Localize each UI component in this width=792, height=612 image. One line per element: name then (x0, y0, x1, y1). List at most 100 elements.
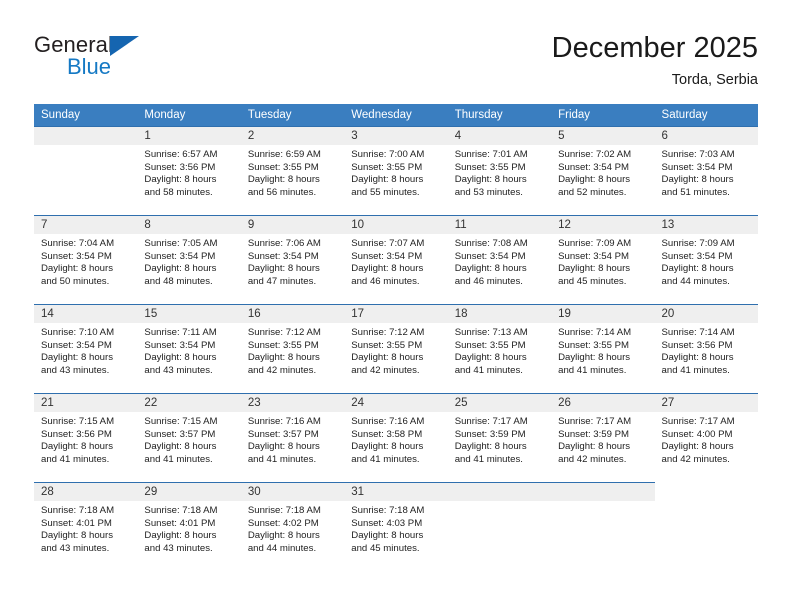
daylight-text: Daylight: 8 hours (454, 263, 527, 275)
calendar-week-row: 21 Sunrise: 7:15 AM Sunset: 3:56 PM Dayligh… (34, 393, 758, 483)
daylight-text-cont: and 41 minutes. (41, 453, 110, 465)
daylight-text: Daylight: 8 hours (351, 352, 424, 364)
calendar-day-cell[interactable]: 14 Sunrise: 7:10 AM Sunset: 3:54 PM Dayligh… (34, 304, 138, 394)
daylight-text-cont: and 46 minutes. (454, 275, 523, 287)
sunset-text: Sunset: 3:54 PM (661, 161, 733, 173)
day-details: Sunrise: 7:17 AM Sunset: 3:59 PM Daylight:… (448, 412, 551, 466)
sunset-text: Sunset: 3:55 PM (558, 339, 630, 351)
sunrise-text: Sunrise: 7:14 AM (661, 327, 735, 338)
calendar-day-cell[interactable]: 3 Sunrise: 7:00 AM Sunset: 3:55 PM Daylight… (344, 126, 448, 216)
calendar-day-cell[interactable]: 7 Sunrise: 7:04 AM Sunset: 3:54 PM Daylight… (34, 215, 138, 305)
day-details (448, 501, 551, 505)
sunset-text: Sunset: 3:54 PM (558, 161, 630, 173)
sunset-text: Sunset: 4:03 PM (351, 517, 423, 529)
calendar-day-cell[interactable]: 18 Sunrise: 7:13 AM Sunset: 3:55 PM Dayligh… (447, 304, 552, 394)
weekday-header-wednesday: Wednesday (344, 104, 448, 127)
sunrise-text: Sunrise: 7:15 AM (41, 416, 115, 427)
calendar-day-cell[interactable]: 13 Sunrise: 7:09 AM Sunset: 3:54 PM Dayligh… (654, 215, 758, 305)
calendar-day-cell[interactable]: 10 Sunrise: 7:07 AM Sunset: 3:54 PM Dayligh… (344, 215, 448, 305)
calendar-day-cell[interactable]: 24 Sunrise: 7:16 AM Sunset: 3:58 PM Dayligh… (344, 393, 448, 483)
day-number: 26 (551, 394, 655, 412)
calendar-day-cell[interactable]: 27 Sunrise: 7:17 AM Sunset: 4:00 PM Dayligh… (654, 393, 758, 483)
day-number: 13 (654, 216, 758, 234)
calendar-day-cell[interactable]: 26 Sunrise: 7:17 AM Sunset: 3:59 PM Dayligh… (551, 393, 655, 483)
daylight-text: Daylight: 8 hours (144, 263, 217, 275)
calendar-day-cell[interactable]: 25 Sunrise: 7:17 AM Sunset: 3:59 PM Dayligh… (447, 393, 552, 483)
day-number: 31 (344, 483, 448, 501)
calendar-day-cell-empty (654, 482, 758, 572)
calendar-day-cell[interactable]: 15 Sunrise: 7:11 AM Sunset: 3:54 PM Dayligh… (137, 304, 241, 394)
sunset-text: Sunset: 3:55 PM (454, 161, 526, 173)
day-number: 25 (447, 394, 552, 412)
logo-triangle-icon (110, 36, 139, 56)
calendar-day-cell[interactable]: 16 Sunrise: 7:12 AM Sunset: 3:55 PM Dayligh… (240, 304, 345, 394)
daylight-text: Daylight: 8 hours (351, 441, 424, 453)
calendar-day-cell[interactable]: 30 Sunrise: 7:18 AM Sunset: 4:02 PM Dayligh… (240, 482, 345, 572)
daylight-text-cont: and 52 minutes. (558, 186, 627, 198)
sunset-text: Sunset: 3:58 PM (351, 428, 423, 440)
day-details (34, 145, 137, 149)
daylight-text-cont: and 41 minutes. (558, 364, 627, 376)
calendar-day-cell[interactable]: 23 Sunrise: 7:16 AM Sunset: 3:57 PM Dayligh… (240, 393, 345, 483)
sunset-text: Sunset: 3:54 PM (144, 339, 216, 351)
daylight-text: Daylight: 8 hours (661, 174, 734, 186)
calendar-day-cell[interactable]: 31 Sunrise: 7:18 AM Sunset: 4:03 PM Dayligh… (344, 482, 448, 572)
daylight-text: Daylight: 8 hours (247, 352, 320, 364)
title-block: December 2025 Torda, Serbia (552, 30, 758, 90)
calendar-header-row: Sunday Monday Tuesday Wednesday Thursday Frid… (34, 104, 758, 127)
day-number: 18 (447, 305, 552, 323)
daylight-text-cont: and 43 minutes. (144, 542, 213, 554)
calendar-day-cell[interactable]: 2 Sunrise: 6:59 AM Sunset: 3:55 PM Daylight… (240, 126, 345, 216)
day-number: 27 (654, 394, 758, 412)
sunset-text: Sunset: 3:55 PM (247, 161, 319, 173)
calendar-day-cell[interactable]: 1 Sunrise: 6:57 AM Sunset: 3:56 PM Daylight… (137, 126, 241, 216)
calendar-day-cell[interactable]: 21 Sunrise: 7:15 AM Sunset: 3:56 PM Dayligh… (34, 393, 138, 483)
sunrise-text: Sunrise: 7:17 AM (661, 416, 735, 427)
sunrise-text: Sunrise: 7:18 AM (41, 505, 115, 516)
day-number: 4 (447, 127, 552, 145)
calendar-day-cell[interactable]: 8 Sunrise: 7:05 AM Sunset: 3:54 PM Daylight… (137, 215, 241, 305)
daylight-text: Daylight: 8 hours (41, 352, 113, 364)
day-number: 30 (240, 483, 345, 501)
day-number: 10 (344, 216, 448, 234)
day-number: 17 (344, 305, 448, 323)
calendar-day-cell[interactable]: 28 Sunrise: 7:18 AM Sunset: 4:01 PM Dayligh… (34, 482, 138, 572)
daylight-text-cont: and 58 minutes. (144, 186, 213, 198)
sunset-text: Sunset: 3:54 PM (144, 250, 216, 262)
day-details: Sunrise: 7:18 AM Sunset: 4:01 PM Daylight:… (137, 501, 240, 555)
sunrise-text: Sunrise: 6:57 AM (144, 149, 218, 160)
calendar-day-cell[interactable]: 19 Sunrise: 7:14 AM Sunset: 3:55 PM Dayligh… (551, 304, 655, 394)
day-number: 15 (137, 305, 241, 323)
calendar-day-cell[interactable]: 22 Sunrise: 7:15 AM Sunset: 3:57 PM Dayligh… (137, 393, 241, 483)
sunrise-text: Sunrise: 7:16 AM (247, 416, 321, 427)
sunset-text: Sunset: 3:56 PM (144, 161, 216, 173)
general-blue-logo[interactable]: General Blue (34, 32, 214, 88)
calendar-day-cell[interactable]: 5 Sunrise: 7:02 AM Sunset: 3:54 PM Daylight… (551, 126, 655, 216)
daylight-text-cont: and 43 minutes. (41, 364, 110, 376)
calendar-day-cell[interactable]: 9 Sunrise: 7:06 AM Sunset: 3:54 PM Daylight… (240, 215, 345, 305)
daylight-text: Daylight: 8 hours (454, 352, 527, 364)
calendar-day-cell[interactable]: 29 Sunrise: 7:18 AM Sunset: 4:01 PM Dayligh… (137, 482, 241, 572)
daylight-text: Daylight: 8 hours (144, 352, 217, 364)
sunset-text: Sunset: 3:55 PM (351, 161, 423, 173)
calendar-day-cell[interactable]: 4 Sunrise: 7:01 AM Sunset: 3:55 PM Daylight… (447, 126, 552, 216)
sunset-text: Sunset: 3:54 PM (41, 339, 112, 351)
day-number (34, 127, 138, 145)
weekday-header-sunday: Sunday (34, 104, 138, 127)
calendar-day-cell[interactable]: 11 Sunrise: 7:08 AM Sunset: 3:54 PM Dayligh… (447, 215, 552, 305)
daylight-text-cont: and 45 minutes. (558, 275, 627, 287)
day-details: Sunrise: 7:09 AM Sunset: 3:54 PM Daylight:… (655, 234, 758, 288)
calendar-day-cell[interactable]: 12 Sunrise: 7:09 AM Sunset: 3:54 PM Dayligh… (551, 215, 655, 305)
daylight-text-cont: and 48 minutes. (144, 275, 213, 287)
day-number (655, 483, 758, 501)
day-details: Sunrise: 7:07 AM Sunset: 3:54 PM Daylight:… (344, 234, 447, 288)
calendar-day-cell[interactable]: 17 Sunrise: 7:12 AM Sunset: 3:55 PM Dayligh… (344, 304, 448, 394)
daylight-text: Daylight: 8 hours (41, 441, 113, 453)
calendar-day-cell[interactable]: 6 Sunrise: 7:03 AM Sunset: 3:54 PM Daylight… (654, 126, 758, 216)
day-number: 16 (240, 305, 345, 323)
day-details: Sunrise: 7:05 AM Sunset: 3:54 PM Daylight:… (137, 234, 240, 288)
calendar-day-cell[interactable]: 20 Sunrise: 7:14 AM Sunset: 3:56 PM Dayligh… (654, 304, 758, 394)
sunset-text: Sunset: 3:56 PM (41, 428, 112, 440)
sunset-text: Sunset: 3:54 PM (351, 250, 423, 262)
sunrise-text: Sunrise: 7:15 AM (144, 416, 218, 427)
